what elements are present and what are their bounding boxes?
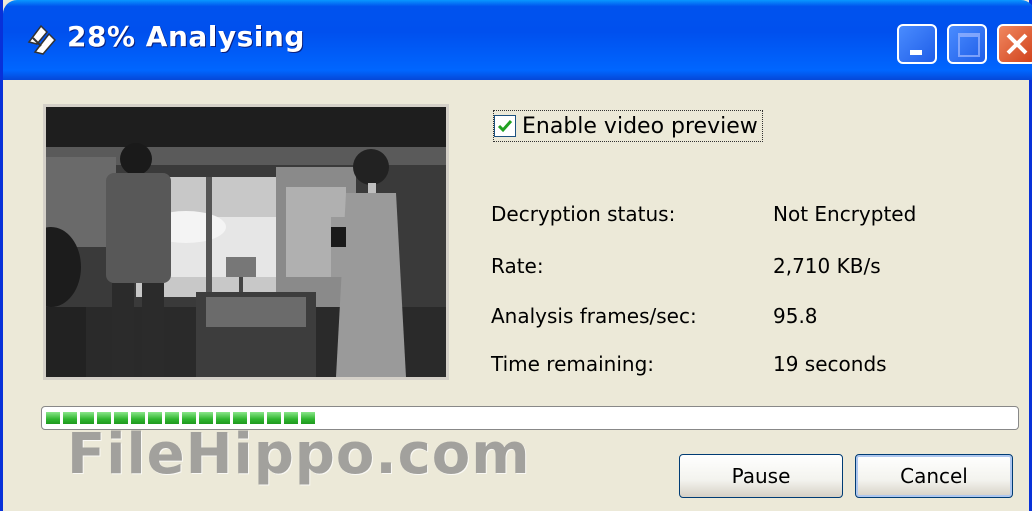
close-button[interactable] [997, 24, 1032, 64]
decryption-status-label: Decryption status: [491, 202, 676, 226]
watermark-logo: FileHippo.com [67, 422, 531, 487]
progress-segment [46, 412, 60, 424]
video-preview [43, 104, 449, 380]
decryption-status-value: Not Encrypted [773, 202, 917, 226]
title-bar[interactable]: 28% Analysing [3, 0, 1032, 80]
rate-value: 2,710 KB/s [773, 254, 881, 278]
enable-preview-checkbox-row[interactable]: Enable video preview [493, 110, 763, 142]
time-remaining-label: Time remaining: [491, 352, 655, 376]
checkmark-icon [497, 120, 513, 133]
window-title: 28% Analysing [67, 20, 305, 53]
enable-preview-checkbox[interactable] [494, 115, 516, 137]
analysing-dialog: 28% Analysing Enable video preview Decry… [0, 0, 1032, 511]
frames-per-sec-label: Analysis frames/sec: [491, 304, 697, 328]
maximize-button[interactable] [947, 24, 987, 64]
cancel-button[interactable]: Cancel [855, 454, 1013, 498]
minimize-button[interactable] [897, 24, 937, 64]
video-frame-preview [46, 107, 446, 377]
rate-label: Rate: [491, 254, 544, 278]
analysis-tool-icon [27, 24, 57, 55]
enable-preview-label: Enable video preview [522, 113, 758, 139]
frames-per-sec-value: 95.8 [773, 304, 818, 328]
close-icon [1006, 33, 1028, 55]
time-remaining-value: 19 seconds [773, 352, 887, 376]
pause-button[interactable]: Pause [679, 454, 843, 498]
